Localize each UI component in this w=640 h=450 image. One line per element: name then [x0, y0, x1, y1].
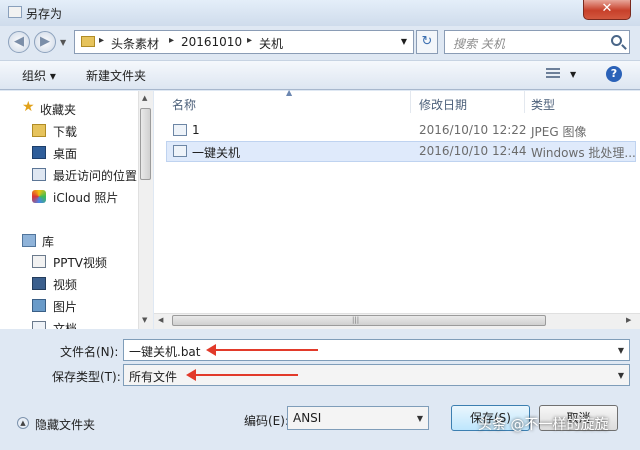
- sidebar-item-desktop[interactable]: 桌面: [0, 142, 140, 164]
- search-placeholder: 搜索 关机: [453, 37, 505, 51]
- sidebar-item-libraries[interactable]: 库: [0, 230, 140, 252]
- sidebar-item-favorites[interactable]: ★ 收藏夹: [0, 98, 140, 120]
- column-header-type[interactable]: 类型: [531, 96, 555, 113]
- close-button[interactable]: ✕: [583, 0, 631, 20]
- sidebar-item-label: PPTV视频: [53, 256, 108, 270]
- sidebar-item-pptv[interactable]: PPTV视频: [0, 251, 140, 273]
- sidebar-item-icloud[interactable]: iCloud 照片: [0, 186, 140, 208]
- encoding-label: 编码(E):: [244, 414, 289, 428]
- file-name: 1: [192, 123, 200, 137]
- address-dropdown-icon[interactable]: ▼: [401, 37, 407, 46]
- back-button[interactable]: ◀: [8, 31, 30, 53]
- download-folder-icon: [32, 124, 46, 137]
- file-type: Windows 批处理...: [531, 146, 636, 160]
- video-library-icon: [32, 277, 46, 290]
- scroll-left-icon[interactable]: ◀: [158, 316, 163, 324]
- chevron-right-icon[interactable]: ▸: [99, 35, 104, 46]
- recent-places-icon: [32, 168, 46, 181]
- breadcrumb-item[interactable]: 关机: [259, 35, 283, 52]
- recent-pages-dropdown-icon[interactable]: ▼: [60, 38, 66, 47]
- breadcrumb-item[interactable]: 头条素材: [111, 35, 159, 52]
- filename-value: 一键关机.bat: [129, 345, 201, 359]
- search-input[interactable]: 搜索 关机: [444, 30, 630, 54]
- scrollbar-thumb[interactable]: [140, 108, 151, 180]
- table-row[interactable]: 一键关机 2016/10/10 12:44 Windows 批处理...: [166, 141, 636, 162]
- chevron-down-icon[interactable]: ▼: [618, 346, 624, 355]
- navigation-pane: ★ 收藏夹 下载 桌面 最近访问的位置 iCloud 照片 库 PPTV视频 视…: [0, 91, 153, 329]
- new-folder-button[interactable]: 新建文件夹: [86, 67, 146, 84]
- sidebar-item-label: 库: [42, 235, 55, 249]
- sidebar-item-label: 文档: [53, 322, 78, 329]
- encoding-select[interactable]: ANSI ▼: [287, 406, 429, 430]
- desktop-icon: [32, 146, 46, 159]
- scroll-up-icon[interactable]: ▲: [142, 94, 147, 102]
- window-title: 另存为: [26, 7, 63, 21]
- column-divider[interactable]: [524, 91, 525, 113]
- sidebar-item-label: 最近访问的位置: [53, 169, 138, 183]
- annotation-arrow: [206, 344, 318, 356]
- sidebar-item-documents[interactable]: 文档: [0, 317, 140, 329]
- column-header-date[interactable]: 修改日期: [419, 96, 467, 113]
- sidebar-item-videos[interactable]: 视频: [0, 273, 140, 295]
- file-type: JPEG 图像: [531, 125, 587, 139]
- hide-folders-toggle[interactable]: 隐藏文件夹: [35, 416, 95, 433]
- sidebar-item-pictures[interactable]: 图片: [0, 295, 140, 317]
- column-header-name[interactable]: 名称: [172, 96, 196, 113]
- file-date: 2016/10/10 12:44: [419, 144, 527, 158]
- refresh-button[interactable]: ↻: [416, 30, 438, 54]
- annotation-arrow: [186, 369, 298, 381]
- scroll-down-icon[interactable]: ▼: [142, 316, 147, 324]
- search-icon[interactable]: [611, 35, 622, 46]
- sidebar-item-label: 收藏夹: [40, 103, 77, 117]
- sidebar-item-label: 桌面: [53, 147, 78, 161]
- chevron-right-icon[interactable]: ▸: [247, 35, 252, 46]
- sidebar-item-recent[interactable]: 最近访问的位置: [0, 164, 140, 186]
- filetype-value: 所有文件: [129, 370, 178, 384]
- filename-label: 文件名(N):: [60, 345, 119, 359]
- file-name: 一键关机: [192, 146, 241, 160]
- organize-menu[interactable]: 组织 ▾: [22, 67, 56, 84]
- title-bar: [0, 0, 640, 26]
- view-options-icon[interactable]: [546, 68, 560, 80]
- library-icon: [22, 234, 36, 247]
- scroll-right-icon[interactable]: ▶: [626, 316, 631, 324]
- chevron-down-icon[interactable]: ▼: [618, 371, 624, 380]
- chevron-down-icon[interactable]: ▼: [417, 414, 423, 423]
- filetype-label: 保存类型(T):: [52, 370, 121, 384]
- chevron-right-icon[interactable]: ▸: [169, 35, 174, 46]
- icloud-photos-icon: [32, 190, 46, 203]
- file-date: 2016/10/10 12:22: [419, 123, 527, 137]
- sidebar-item-label: 下载: [53, 125, 78, 139]
- encoding-value: ANSI: [293, 411, 322, 425]
- address-bar[interactable]: ▸ 头条素材 ▸ 20161010 ▸ 关机 ▼: [74, 30, 414, 54]
- batch-file-icon: [173, 145, 187, 157]
- filename-field[interactable]: 一键关机.bat ▼: [123, 339, 630, 361]
- folder-icon: [81, 36, 95, 47]
- sidebar-item-label: 图片: [53, 300, 78, 314]
- watermark: 头条 @不一样的旋旋: [478, 417, 609, 433]
- pictures-library-icon: [32, 299, 46, 312]
- view-dropdown-icon[interactable]: ▼: [570, 70, 576, 79]
- help-icon[interactable]: ?: [606, 66, 622, 82]
- star-icon: ★: [22, 99, 35, 115]
- breadcrumb-item[interactable]: 20161010: [181, 35, 242, 49]
- sidebar-item-downloads[interactable]: 下载: [0, 120, 140, 142]
- pptv-icon: [32, 255, 46, 268]
- sort-ascending-icon: ▲: [286, 88, 293, 97]
- scrollbar-grip-icon: |||: [352, 316, 360, 324]
- sidebar-item-label: iCloud 照片: [53, 191, 119, 205]
- forward-button[interactable]: ▶: [34, 31, 56, 53]
- image-file-icon: [173, 124, 187, 136]
- documents-library-icon: [32, 321, 46, 329]
- table-row[interactable]: 1 2016/10/10 12:22 JPEG 图像: [166, 120, 636, 141]
- window-icon: [8, 6, 22, 18]
- sidebar-item-label: 视频: [53, 278, 78, 292]
- chevron-up-icon[interactable]: ▲: [17, 417, 29, 429]
- column-divider[interactable]: [410, 91, 411, 113]
